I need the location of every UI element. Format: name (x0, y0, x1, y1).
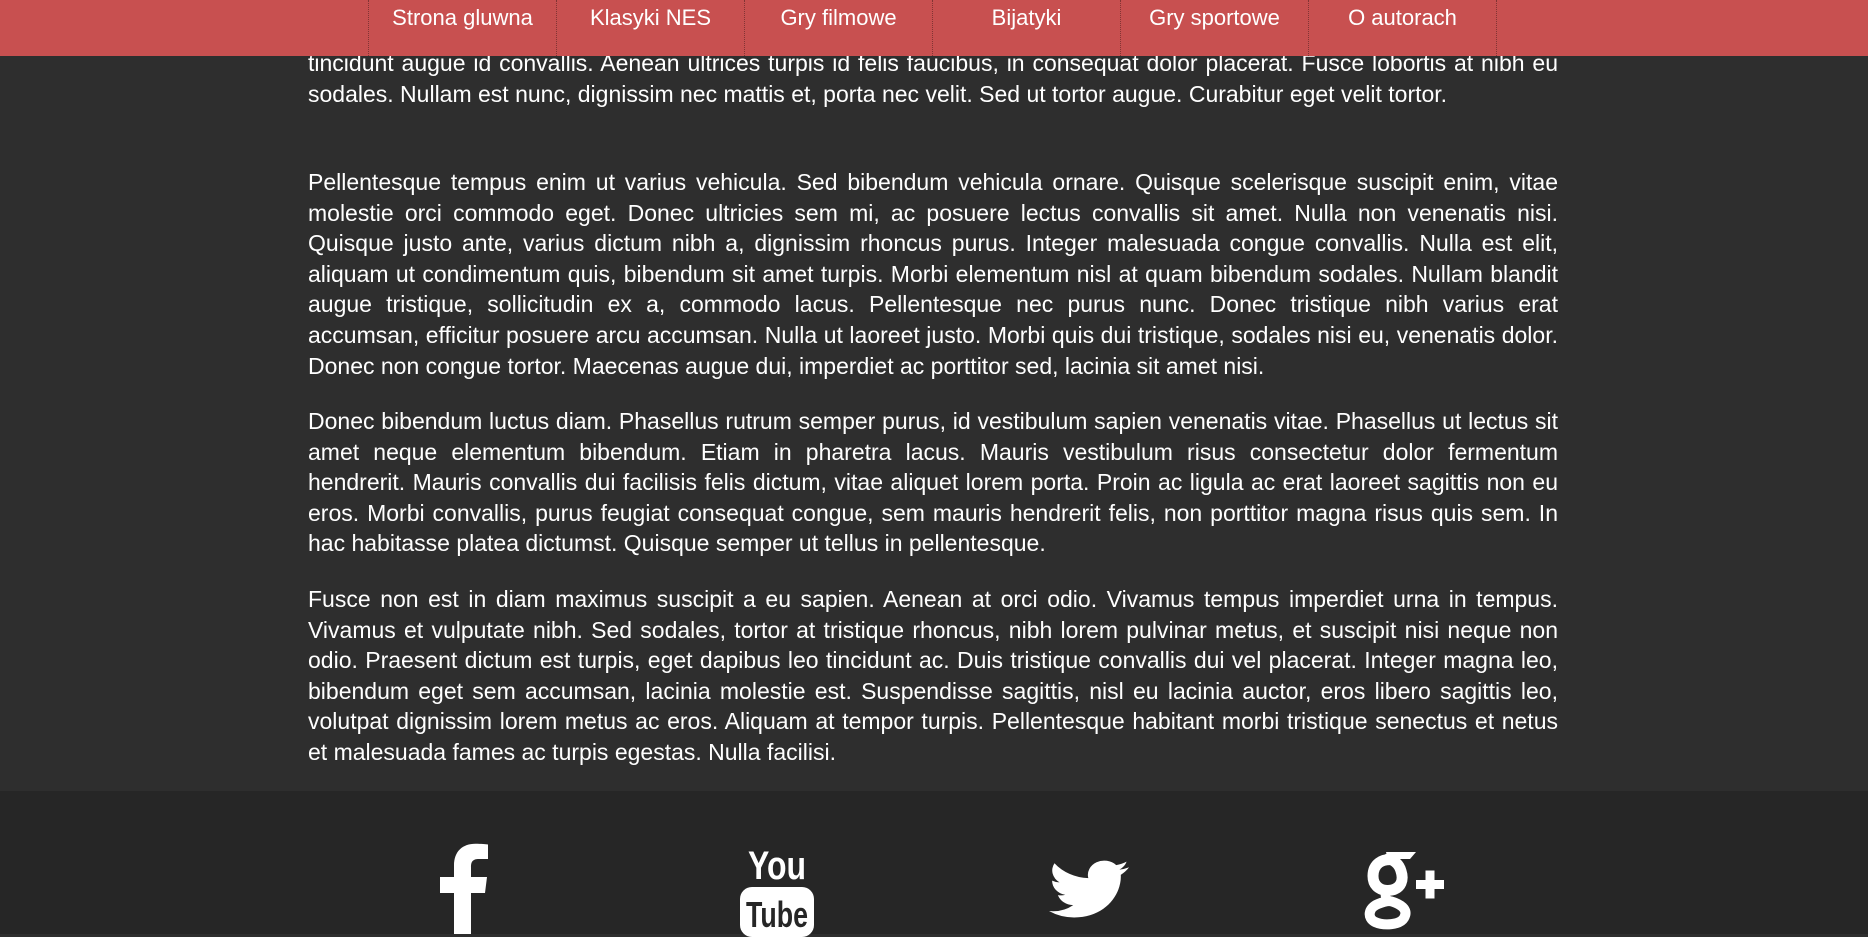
paragraph: tincidunt augue id convallis. Aenean ult… (308, 50, 1558, 107)
nav-item-movie-games[interactable]: Gry filmowe (745, 0, 933, 56)
youtube-label-top: You (748, 844, 806, 888)
google-plus-link[interactable] (1360, 846, 1444, 930)
nav-item-home[interactable]: Strona gluwna (369, 0, 557, 56)
footer: You Tube (0, 791, 1868, 937)
youtube-icon: You Tube (740, 844, 814, 937)
facebook-link[interactable] (440, 843, 488, 934)
youtube-link[interactable]: You Tube (740, 841, 814, 937)
nav-item-nes-classics[interactable]: Klasyki NES (557, 0, 745, 56)
twitter-icon (1049, 860, 1129, 918)
facebook-icon (440, 843, 488, 934)
nav-item-about-authors[interactable]: O autorach (1309, 0, 1497, 56)
paragraph: Pellentesque tempus enim ut varius vehic… (308, 169, 1558, 379)
google-plus-icon (1364, 852, 1444, 930)
youtube-label-bottom: Tube (746, 894, 808, 935)
twitter-link[interactable] (1049, 854, 1129, 924)
nav-item-sports-games[interactable]: Gry sportowe (1121, 0, 1309, 56)
paragraph: Donec bibendum luctus diam. Phasellus ru… (308, 408, 1558, 557)
top-navbar: Strona gluwna Klasyki NES Gry filmowe Bi… (0, 0, 1868, 56)
paragraph: Fusce non est in diam maximus suscipit a… (308, 586, 1558, 765)
nav-item-fighting-games[interactable]: Bijatyki (933, 0, 1121, 56)
nav-menu: Strona gluwna Klasyki NES Gry filmowe Bi… (368, 0, 1497, 56)
